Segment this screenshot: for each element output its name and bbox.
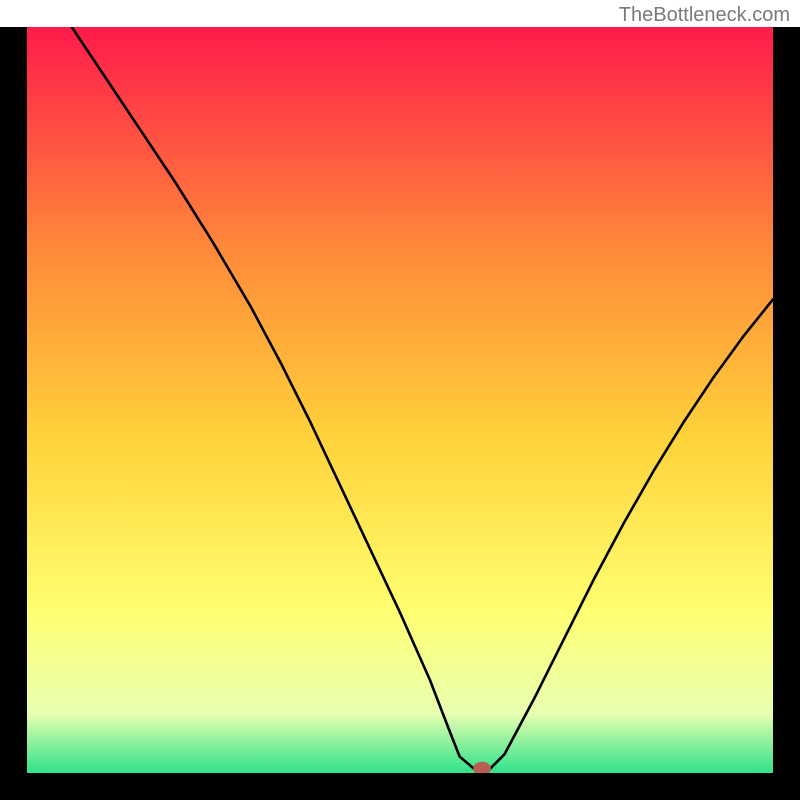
gradient-background <box>27 27 773 773</box>
watermark-text: TheBottleneck.com <box>619 4 790 27</box>
plot-area <box>27 27 773 773</box>
chart-container: TheBottleneck.com <box>0 0 800 800</box>
chart-svg <box>27 27 773 773</box>
chart-frame <box>0 27 800 800</box>
